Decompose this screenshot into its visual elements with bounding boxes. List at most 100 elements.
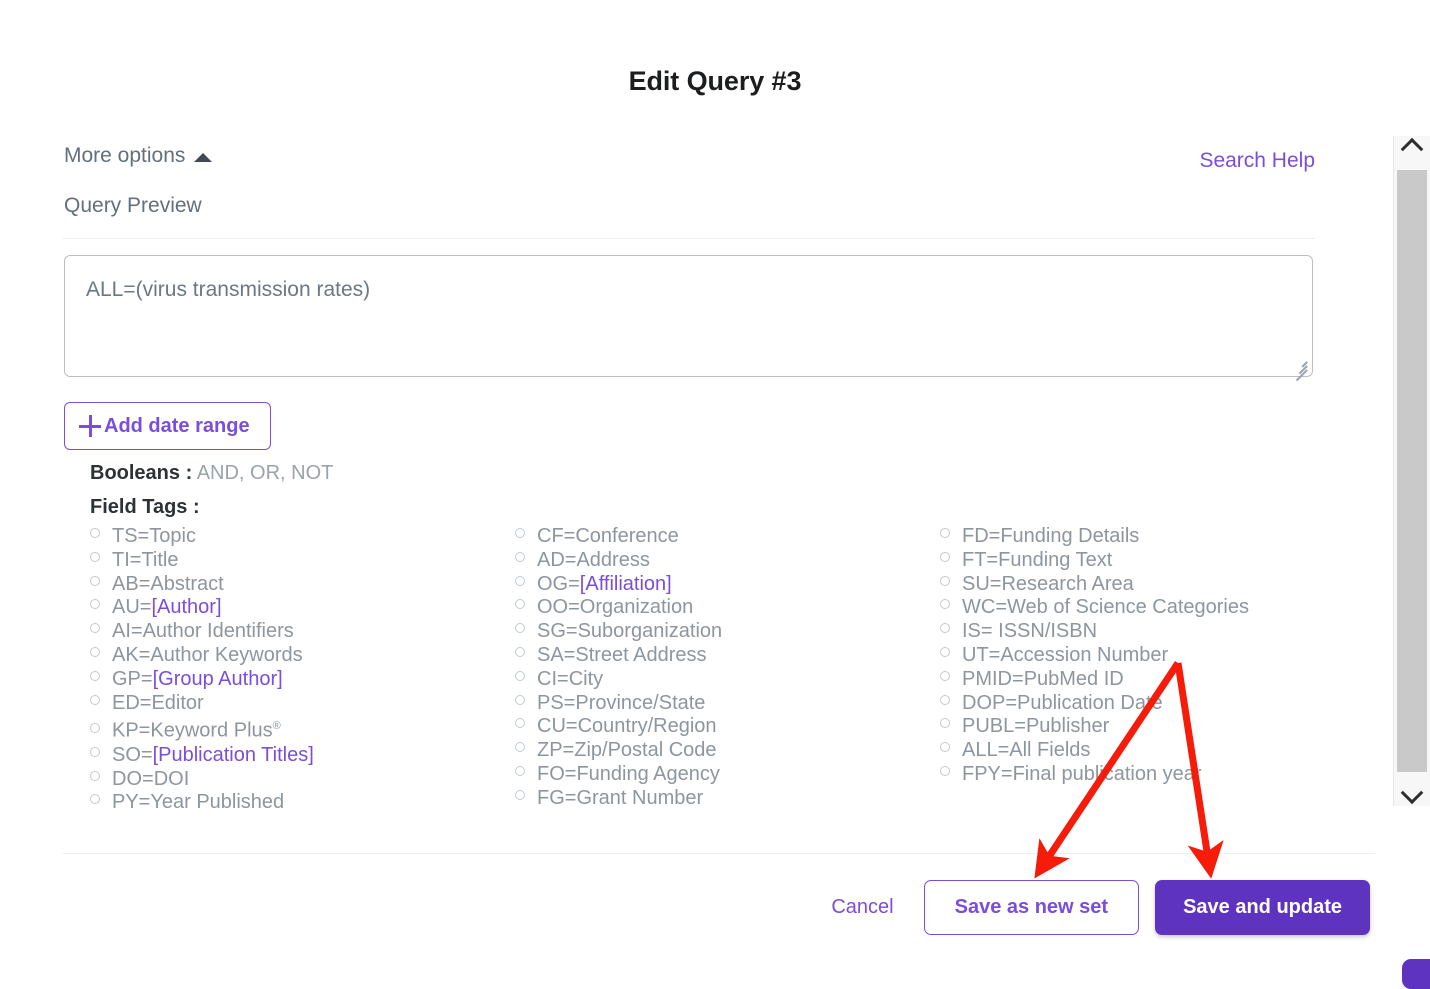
field-tag-item: FD=Funding Details — [940, 525, 1330, 549]
field-tag-code: ALL= — [962, 739, 1010, 762]
dialog-body: More options Search Help Query Preview A… — [0, 136, 1375, 852]
field-tag-text[interactable]: SO=[Publication Titles] — [112, 744, 314, 768]
scrollbar-thumb[interactable] — [1397, 170, 1427, 772]
field-tag-item: ED=Editor — [90, 692, 515, 716]
field-tag-link[interactable]: [Author] — [151, 596, 221, 618]
field-tag-value: Funding Details — [1000, 525, 1140, 547]
vertical-scrollbar[interactable] — [1393, 136, 1430, 806]
field-tag-value: Title — [141, 548, 179, 571]
field-tag-code: DO= — [112, 767, 154, 790]
bullet-icon — [90, 694, 100, 705]
caret-up-icon — [194, 152, 213, 162]
cancel-button[interactable]: Cancel — [817, 886, 907, 929]
field-tag-value: Conference — [575, 525, 679, 547]
bullet-icon — [940, 623, 950, 634]
field-tag-value: Author Keywords — [150, 643, 303, 666]
bullet-icon — [515, 575, 525, 586]
field-tag-text: SG=Suborganization — [537, 620, 722, 644]
field-tag-value: Zip/Postal Code — [574, 739, 717, 762]
field-tag-code: GP= — [112, 667, 153, 690]
field-tag-text: SA=Street Address — [537, 644, 707, 668]
field-tag-code: IS= — [962, 620, 999, 643]
field-tag-link[interactable]: [Publication Titles] — [153, 744, 314, 766]
bullet-icon — [90, 599, 100, 610]
field-tag-code: TS= — [112, 525, 150, 547]
field-tag-value: Editor — [151, 691, 204, 714]
field-tag-text[interactable]: GP=[Group Author] — [112, 668, 283, 692]
dialog-footer: Cancel Save as new set Save and update — [817, 880, 1370, 935]
bullet-icon — [90, 794, 100, 805]
field-tag-value: Web of Science Categories — [1007, 596, 1249, 619]
field-tag-text: ZP=Zip/Postal Code — [537, 739, 717, 763]
field-tag-text[interactable]: AU=[Author] — [112, 596, 222, 620]
field-tag-value: DOI — [153, 767, 190, 790]
add-date-range-button[interactable]: Add date range — [64, 402, 271, 450]
field-tag-code: ED= — [112, 691, 152, 714]
field-tag-text: ED=Editor — [112, 692, 204, 716]
bullet-icon — [940, 646, 950, 657]
field-tag-text: PUBL=Publisher — [962, 715, 1109, 739]
field-tag-code: SO= — [112, 743, 153, 766]
field-tag-value: Province/State — [575, 691, 706, 714]
booleans-hint: Booleans : AND, OR, NOT — [90, 462, 333, 485]
field-tag-link[interactable]: [Affiliation] — [580, 573, 672, 595]
bullet-icon — [90, 646, 100, 657]
query-preview-label: Query Preview — [64, 194, 202, 217]
field-tag-code: FPY= — [962, 762, 1013, 785]
field-tag-item: GP=[Group Author] — [90, 668, 515, 692]
textarea-resize-handle[interactable] — [1289, 354, 1309, 381]
field-tag-item: FT=Funding Text — [940, 549, 1330, 573]
field-tag-code: AB= — [112, 572, 151, 595]
bullet-icon — [515, 670, 525, 681]
field-tag-text: DO=DOI — [112, 768, 189, 792]
bullet-icon — [515, 789, 525, 800]
save-and-update-button[interactable]: Save and update — [1155, 880, 1370, 935]
field-tag-text[interactable]: OG=[Affiliation] — [537, 573, 672, 597]
field-tag-value: City — [568, 667, 604, 690]
field-tag-item: PMID=PubMed ID — [940, 668, 1330, 692]
floating-action-button[interactable] — [1402, 959, 1430, 989]
registered-trademark-icon: ® — [272, 720, 281, 733]
field-tag-text: UT=Accession Number — [962, 644, 1168, 668]
field-tag-text: FT=Funding Text — [962, 549, 1112, 573]
field-tag-item: KP=Keyword Plus® — [90, 715, 515, 743]
field-tag-code: AI= — [112, 620, 143, 643]
field-tag-value: Abstract — [150, 572, 224, 595]
field-tag-text: PMID=PubMed ID — [962, 668, 1124, 692]
field-tag-value: Year Published — [150, 791, 285, 814]
field-tag-value: Organization — [579, 596, 694, 619]
more-options-toggle[interactable]: More options — [64, 144, 213, 168]
bullet-icon — [90, 623, 100, 634]
field-tag-column-1: TS=Topic TI=Title AB=Abstract AU=[Author] AI… — [90, 525, 515, 815]
field-tag-text: KP=Keyword Plus® — [112, 715, 281, 743]
search-help-link[interactable]: Search Help — [1199, 149, 1315, 173]
bullet-icon — [90, 670, 100, 681]
field-tag-code: DOP= — [962, 691, 1018, 714]
field-tags-list: TS=Topic TI=Title AB=Abstract AU=[Author] AI… — [90, 525, 1330, 815]
bullet-icon — [515, 528, 525, 538]
query-input[interactable]: ALL=(virus transmission rates) — [64, 255, 1313, 381]
scroll-up-button[interactable] — [1394, 136, 1430, 168]
field-tag-code: PY= — [112, 791, 151, 814]
field-tag-value: Topic — [149, 525, 196, 547]
field-tag-text: WC=Web of Science Categories — [962, 596, 1249, 620]
bullet-icon — [940, 528, 950, 538]
field-tag-item: CI=City — [515, 668, 940, 692]
scroll-down-button[interactable] — [1394, 774, 1430, 806]
field-tag-text: AD=Address — [537, 549, 650, 573]
field-tag-text: SU=Research Area — [962, 573, 1134, 597]
field-tag-link[interactable]: [Group Author] — [153, 668, 283, 690]
field-tag-value: PubMed ID — [1023, 667, 1124, 690]
save-as-new-set-button[interactable]: Save as new set — [923, 880, 1140, 935]
field-tag-code: WC= — [962, 596, 1007, 619]
bullet-icon — [940, 694, 950, 705]
field-tag-value: Suborganization — [577, 620, 723, 643]
field-tag-value: ISSN/ISBN — [998, 620, 1098, 643]
bullet-icon — [90, 723, 100, 734]
bullet-icon — [515, 599, 525, 610]
field-tag-text: OO=Organization — [537, 596, 693, 620]
bullet-icon — [515, 718, 525, 729]
field-tag-code: KP= — [112, 720, 151, 743]
field-tag-item: PUBL=Publisher — [940, 715, 1330, 739]
field-tag-item: IS= ISSN/ISBN — [940, 620, 1330, 644]
